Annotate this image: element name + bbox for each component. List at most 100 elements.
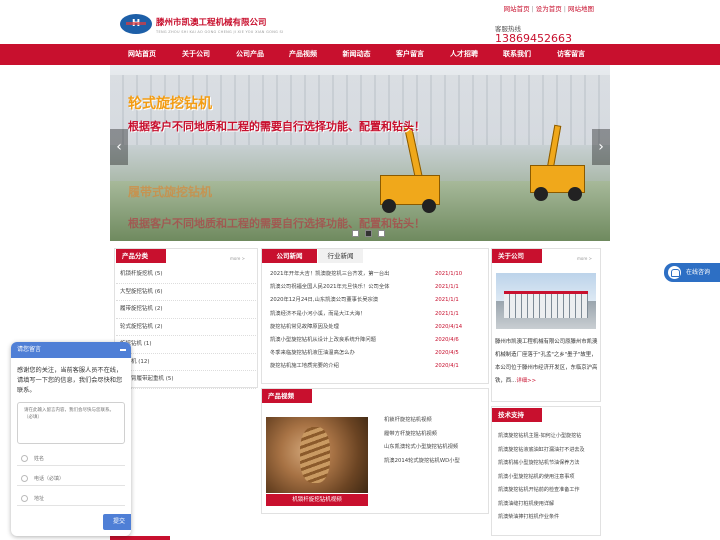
about-text: 滕州市凯澳工程机械有限公司原滕州市凯澳机械制造厂座落于"孔孟"之乡"墨子"故里，…	[495, 336, 599, 388]
slider-dot-active[interactable]	[365, 230, 372, 237]
tab-company-news[interactable]: 公司新闻	[262, 249, 317, 263]
video-thumbnail[interactable]	[266, 417, 368, 493]
wheel	[534, 187, 548, 201]
category-item[interactable]: 轮式旋挖钻机 (2)	[116, 319, 256, 336]
news-date: 2021/1/1	[435, 310, 459, 317]
banner-slider[interactable]: 轮式旋挖钻机 根据客户不同地质和工程的需要自行选择功能、配置和钻头！ 履带式旋挖…	[110, 65, 610, 241]
tech-item[interactable]: 凯澳旋挖钻液底油缸打漏油打不进去及	[494, 444, 600, 458]
about-more-link[interactable]: more >	[577, 256, 592, 261]
video-item[interactable]: 山东凯澳轮式小型旋挖钻机视频	[380, 441, 486, 455]
news-item[interactable]: 凯澳小型旋挖钻机从设计上改良系统升降问题 2020/4/6	[266, 334, 486, 347]
banner-headline: 轮式旋挖钻机	[128, 96, 212, 112]
nav-item-videos[interactable]: 产品视频	[276, 44, 330, 65]
banner-headline-2: 履带式旋挖钻机	[128, 185, 213, 199]
nav-item-feedback[interactable]: 客户留言	[383, 44, 437, 65]
tech-item[interactable]: 凯澳旋挖钻机开钻前的检查准备工作	[494, 484, 600, 498]
top-link-sitemap[interactable]: 网站地图	[568, 5, 594, 13]
slider-dot[interactable]	[352, 230, 359, 237]
nav-item-guestbook[interactable]: 访客留言	[543, 44, 599, 65]
video-item[interactable]: 凯澳2014轮式旋挖钻机WD小型	[380, 455, 486, 469]
chat-bubble-icon	[668, 266, 681, 279]
tech-item[interactable]: 凯澳旋挖钻机主阻-如何让小型旋挖钻	[494, 430, 600, 444]
tech-item[interactable]: 凯澳机械小型旋挖钻机节油保养方法	[494, 457, 600, 471]
prev-arrow-icon[interactable]: ‹	[110, 129, 128, 165]
news-item[interactable]: 2020年12月24日,山东凯澳公司董事长吴宗澳 2021/1/1	[266, 294, 486, 307]
news-title: 凯澳公司祝福全国人民2021年元旦快乐！公司全体	[270, 284, 390, 291]
name-field[interactable]	[17, 452, 125, 466]
category-item[interactable]: 机锁杆旋挖机 (5)	[116, 266, 256, 284]
category-item[interactable]: 大型旋挖钻机 (6)	[116, 284, 256, 301]
online-service-button[interactable]: 在线咨询	[664, 263, 720, 282]
nav-item-about[interactable]: 关于公司	[168, 44, 224, 65]
tech-list: 凯澳旋挖钻机主阻-如何让小型旋挖钻 凯澳旋挖钻液底油缸打漏油打不进去及 凯澳机械…	[494, 430, 600, 525]
news-title: 旋挖钻机常见故障原因及处理	[270, 323, 339, 330]
chat-message-input[interactable]	[17, 402, 125, 444]
tech-item[interactable]: 凯澳油缝打桩机使用详解	[494, 498, 600, 512]
news-item[interactable]: 凯澳经济不是小河小溪，而是大江大海！ 2021/1/1	[266, 308, 486, 321]
news-item[interactable]: 2021年开年大吉！凯澳旋挖机三台齐发，第一台出 2021/1/10	[266, 268, 486, 281]
video-list: 机锁杆旋挖钻机视频 履带方杆旋挖钻机视频 山东凯澳轮式小型旋挖钻机视频 凯澳20…	[380, 414, 486, 468]
news-date: 2021/1/1	[435, 297, 459, 304]
company-building-image	[496, 273, 596, 329]
company-logo[interactable]: H	[120, 14, 152, 34]
next-arrow-icon[interactable]: ›	[592, 129, 610, 165]
company-name: 滕州市凯澳工程机械有限公司	[156, 18, 267, 28]
banner-subline-2: 根据客户不同地质和工程的需要自行选择功能、配置和钻头！	[128, 217, 425, 230]
address-field[interactable]	[17, 492, 125, 506]
category-item[interactable]: 履带旋挖钻机 (2)	[116, 301, 256, 319]
tech-item[interactable]: 凯澳小型旋挖钻机的使用注意事项	[494, 471, 600, 485]
footer-section-title	[110, 536, 170, 540]
videos-title: 产品视频	[262, 389, 312, 403]
categories-list: 机锁杆旋挖机 (5) 大型旋挖钻机 (6) 履带旋挖钻机 (2) 轮式旋挖钻机 …	[116, 266, 256, 389]
company-name-en: TENG ZHOU SHI KAI AO GONG CHENG JI XIE Y…	[156, 30, 284, 34]
news-date: 2020/4/14	[435, 323, 463, 330]
nav-item-news[interactable]: 新闻动态	[330, 44, 383, 65]
video-item[interactable]: 机锁杆旋挖钻机视频	[380, 414, 486, 428]
slider-dots	[352, 230, 385, 237]
category-item[interactable]: 挖钻机 (12)	[116, 354, 256, 371]
news-date: 2020/4/1	[435, 363, 459, 370]
category-item[interactable]: 旋挖钻机 (1)	[116, 336, 256, 354]
news-title: 旋挖钻机施工地质完要的介绍	[270, 363, 339, 370]
video-caption[interactable]: 机锁杆旋挖钻机视频	[266, 494, 368, 506]
nav-item-home[interactable]: 网站首页	[116, 44, 168, 65]
tech-item[interactable]: 凯澳柴油捧打桩机作业条件	[494, 511, 600, 525]
news-title: 凯澳小型旋挖钻机从设计上改良系统升降问题	[270, 336, 376, 343]
news-item[interactable]: 旋挖钻机施工地质完要的介绍 2020/4/1	[266, 360, 486, 373]
separator: |	[531, 5, 534, 13]
news-title: 2020年12月24日,山东凯澳公司董事长吴宗澳	[270, 297, 379, 304]
nav-item-products[interactable]: 公司产品	[224, 44, 276, 65]
banner-subline: 根据客户不同地质和工程的需要自行选择功能、配置和钻头！	[128, 120, 425, 133]
video-item[interactable]: 履带方杆旋挖钻机视频	[380, 428, 486, 442]
news-title: 冬季来临旋挖钻机液压油温高怎么办	[270, 350, 355, 357]
chat-header[interactable]: 请您留言	[11, 342, 131, 358]
nav-item-jobs[interactable]: 人才招聘	[437, 44, 491, 65]
phone-field[interactable]	[17, 472, 125, 486]
chat-title: 请您留言	[17, 346, 42, 353]
nav-item-contact[interactable]: 联系我们	[491, 44, 543, 65]
tech-title: 技术支持	[492, 408, 542, 422]
categories-title: 产品分类	[116, 249, 166, 263]
tab-industry-news[interactable]: 行业新闻	[318, 249, 363, 263]
category-item[interactable]: 旋挖臂履带起重机 (5)	[116, 371, 256, 389]
separator: |	[563, 5, 566, 13]
news-item[interactable]: 冬季来临旋挖钻机液压油温高怎么办 2020/4/5	[266, 347, 486, 360]
categories-more-link[interactable]: more >	[230, 256, 245, 261]
about-description: 滕州市凯澳工程机械有限公司原滕州市凯澳机械制造厂座落于"孔孟"之乡"墨子"故里，…	[495, 339, 598, 384]
news-date: 2020/4/6	[435, 336, 459, 343]
top-link-home[interactable]: 网站首页	[504, 5, 530, 13]
wheel	[382, 199, 396, 213]
submit-button[interactable]: 提交	[103, 514, 131, 530]
top-link-set-home[interactable]: 设为首页	[536, 5, 562, 13]
news-date: 2021/1/1	[435, 284, 459, 291]
chat-widget: 请您留言 感谢您的关注，当前客服人员不在线，请填写一下您的信息，我们会尽快和您联…	[11, 342, 131, 536]
news-item[interactable]: 凯澳公司祝福全国人民2021年元旦快乐！公司全体 2021/1/1	[266, 281, 486, 294]
slider-dot[interactable]	[378, 230, 385, 237]
news-item[interactable]: 旋挖钻机常见故障原因及处理 2020/4/14	[266, 321, 486, 334]
news-title: 2021年开年大吉！凯澳旋挖机三台齐发，第一台出	[270, 271, 390, 277]
news-date: 2020/4/5	[435, 350, 459, 357]
main-nav: 网站首页 关于公司 公司产品 产品视频 新闻动态 客户留言 人才招聘 联系我们 …	[0, 44, 720, 65]
about-detail-link[interactable]: 详细>>	[516, 378, 536, 384]
news-title: 凯澳经济不是小河小溪，而是大江大海！	[270, 310, 366, 317]
minimize-icon[interactable]	[120, 349, 126, 351]
